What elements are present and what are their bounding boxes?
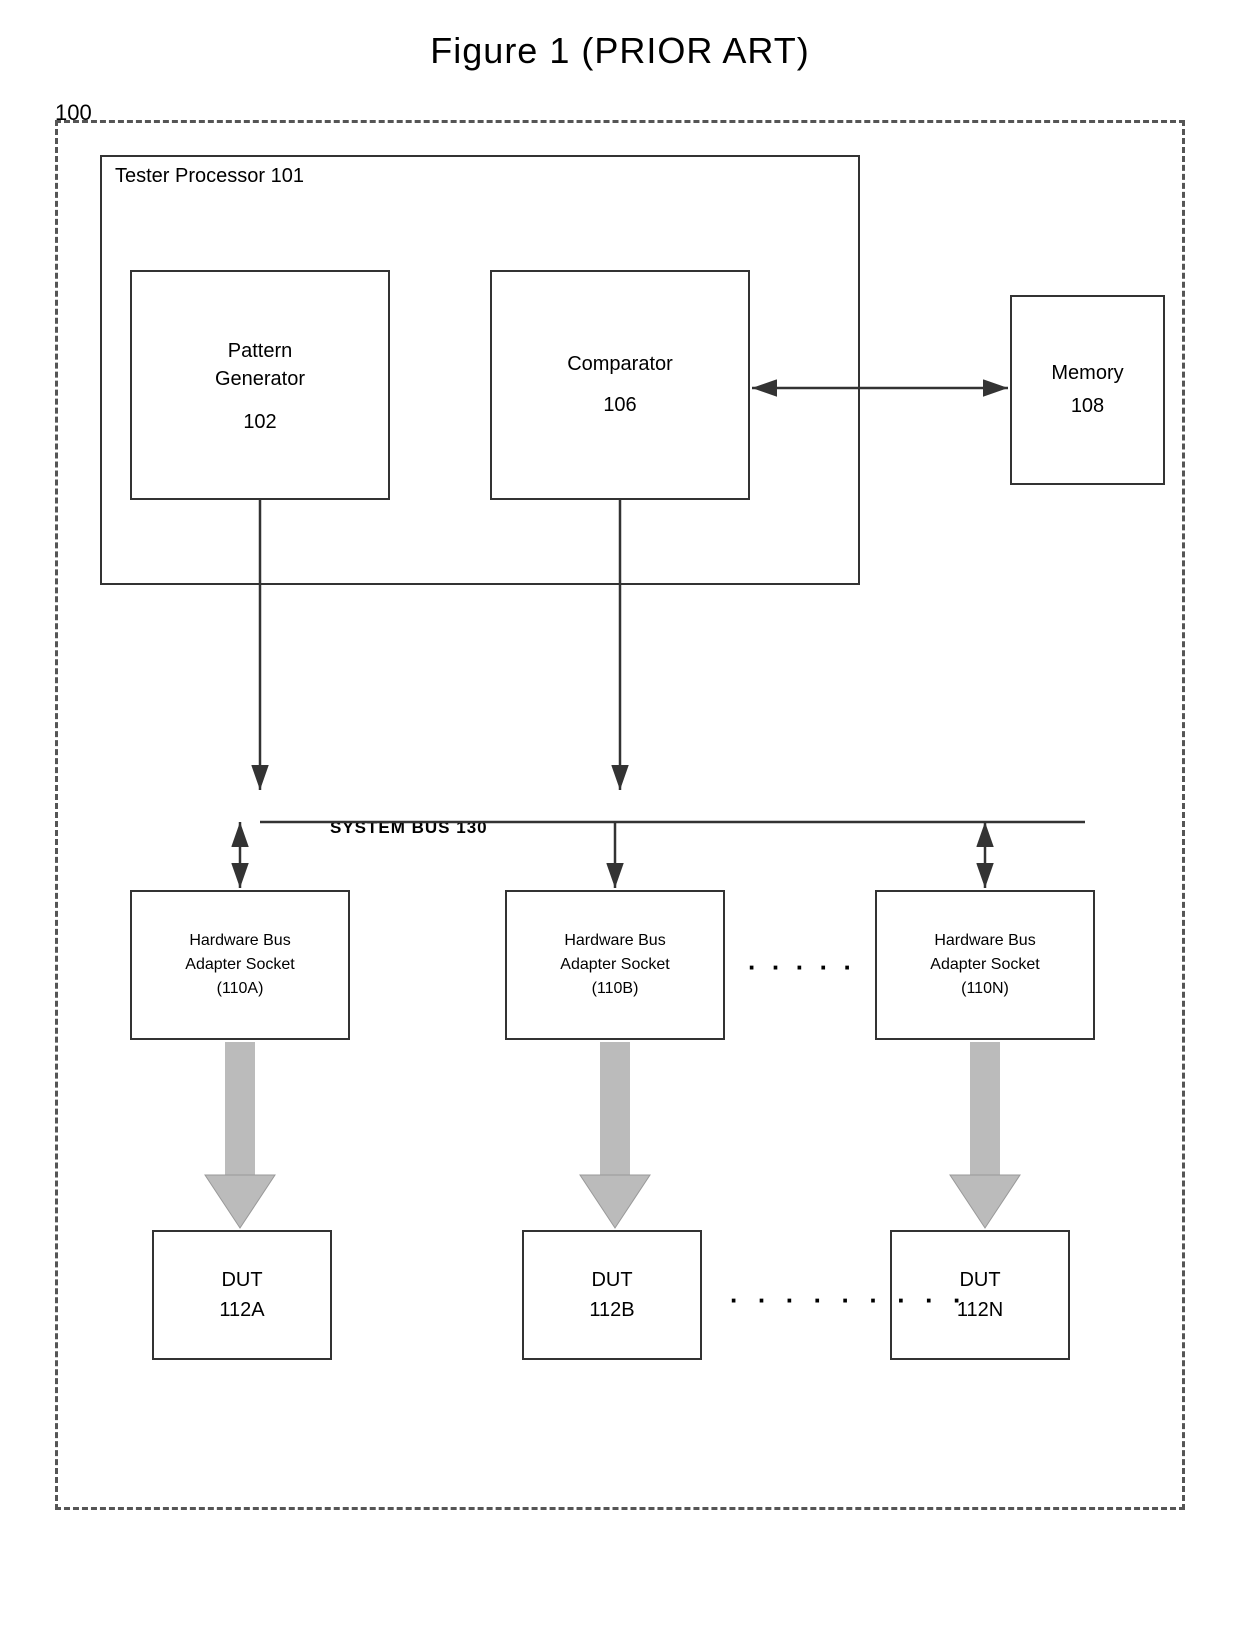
hba-socket-b: Hardware BusAdapter Socket(110B) (505, 890, 725, 1040)
hba-b-label: Hardware BusAdapter Socket(110B) (560, 929, 669, 1001)
memory-label: Memory (1051, 362, 1123, 385)
system-bus-label: SYSTEM BUS 130 (330, 818, 488, 838)
memory-box: Memory 108 (1010, 295, 1165, 485)
hba-a-label: Hardware BusAdapter Socket(110A) (185, 929, 294, 1001)
dut-ellipsis: · · · · · · · · · (730, 1285, 968, 1316)
comparator-box: Comparator 106 (490, 270, 750, 500)
memory-number: 108 (1071, 395, 1104, 418)
dut-b-label: DUT112B (589, 1265, 634, 1325)
dut-a-box: DUT112A (152, 1230, 332, 1360)
pattern-generator-label: PatternGenerator (215, 337, 305, 393)
comparator-number: 106 (603, 394, 636, 417)
page-title: Figure 1 (PRIOR ART) (0, 0, 1240, 92)
hba-socket-a: Hardware BusAdapter Socket(110A) (130, 890, 350, 1040)
dut-b-box: DUT112B (522, 1230, 702, 1360)
dut-a-label: DUT112A (219, 1265, 264, 1325)
pattern-generator-box: PatternGenerator 102 (130, 270, 390, 500)
hba-n-label: Hardware BusAdapter Socket(110N) (930, 929, 1039, 1001)
comparator-label: Comparator (567, 353, 673, 376)
hba-ellipsis: · · · · · (748, 952, 856, 983)
pattern-generator-number: 102 (243, 411, 276, 434)
hba-socket-n: Hardware BusAdapter Socket(110N) (875, 890, 1095, 1040)
tester-processor-label: Tester Processor 101 (115, 165, 304, 188)
